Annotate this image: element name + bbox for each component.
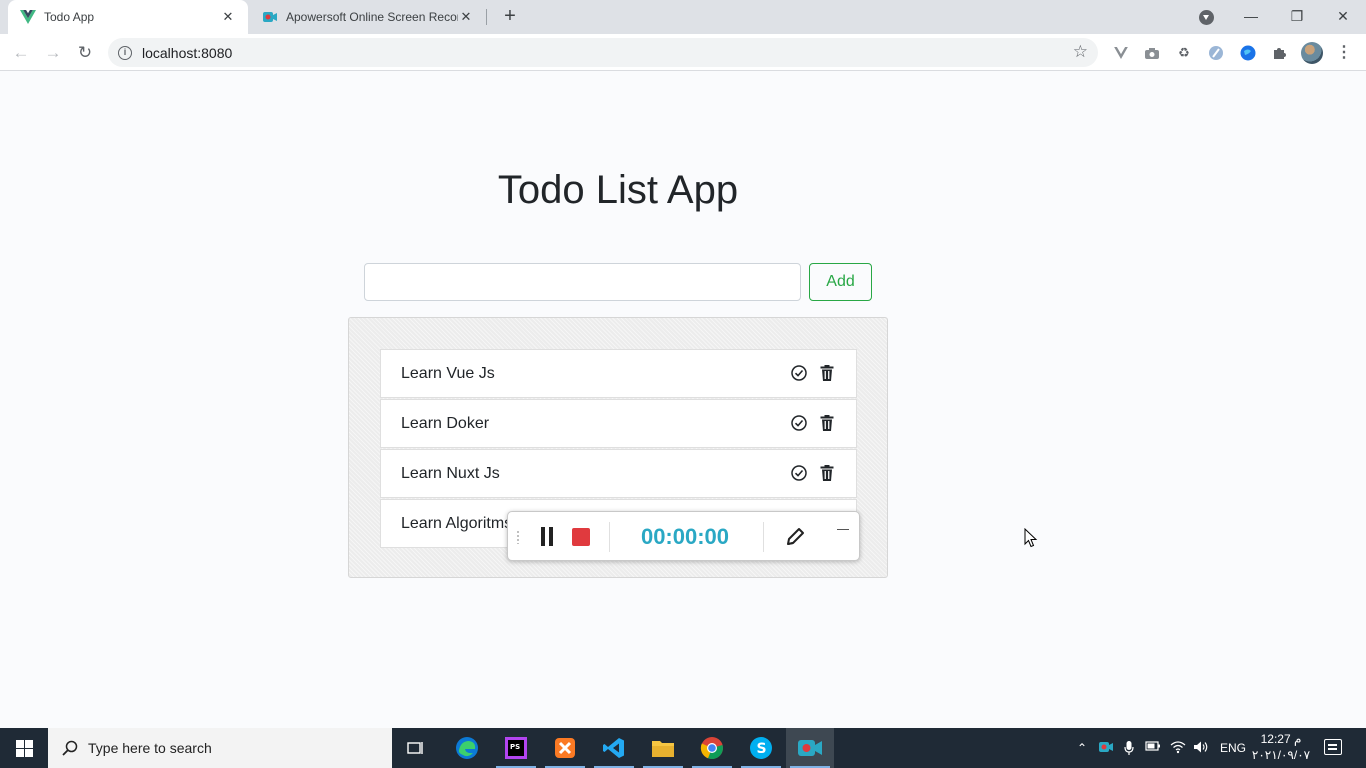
avatar[interactable] [1301,42,1323,64]
globe-icon[interactable] [1239,44,1257,62]
recorder-favicon-icon [262,9,278,25]
stop-icon[interactable] [572,528,590,546]
recorder-tray-icon[interactable] [1098,740,1114,756]
tab-title: Todo App [44,10,95,24]
start-button[interactable] [0,728,48,768]
bookmark-star-icon[interactable]: ☆ [1073,42,1088,62]
divider [763,522,764,552]
puzzle-icon[interactable] [1271,44,1289,62]
chrome-icon[interactable] [688,728,736,768]
new-tab-button[interactable]: + [498,5,522,29]
clock-time: 12:27 م [1260,732,1302,746]
file-explorer-icon[interactable] [639,728,687,768]
list-item: Learn Nuxt Js [380,449,857,498]
chevron-up-icon[interactable]: ⌃ [1074,740,1090,756]
clock-date: ٢٠٢١/٠٩/٠٧ [1251,748,1311,762]
list-item: Learn Vue Js [380,349,857,398]
list-item: Learn Doker [380,399,857,448]
screen-recorder-toolbar: 00:00:00 [507,511,860,561]
todo-input[interactable] [364,263,801,301]
recycle-icon[interactable]: ♻ [1175,44,1193,62]
forward-arrow-icon[interactable]: → [40,40,66,66]
notification-icon[interactable] [1324,739,1342,755]
windows-logo-icon [15,739,33,757]
add-button[interactable]: Add [809,263,872,301]
info-icon[interactable]: i [118,45,132,60]
browser-toolbar: ← → ↻ i localhost:8080 ☆ ♻ ⋮ [0,34,1366,71]
reload-icon[interactable]: ↻ [72,40,98,66]
edge-ext-icon[interactable] [1207,44,1225,62]
tab-title: Apowersoft Online Screen Recorder [286,10,458,24]
check-circle-icon[interactable] [790,414,808,432]
vue-devtools-icon[interactable] [1112,44,1130,62]
trash-icon[interactable] [818,364,836,382]
recording-timer: 00:00:00 [640,524,730,549]
battery-icon[interactable] [1145,740,1161,756]
address-text: localhost:8080 [142,44,233,61]
mouse-cursor-icon [1024,528,1038,548]
svg-text:PS: PS [510,743,520,751]
recorder-app-icon[interactable] [786,728,834,768]
close-icon[interactable]: ✕ [220,9,236,25]
address-bar[interactable]: i localhost:8080 ☆ [108,38,1098,67]
check-circle-icon[interactable] [790,364,808,382]
skype-icon[interactable]: S [737,728,785,768]
close-window-button[interactable]: ✕ [1320,0,1366,34]
wifi-icon[interactable] [1170,740,1186,756]
phpstorm-icon[interactable]: PS [492,728,540,768]
todo-text: Learn Doker [401,414,490,432]
search-placeholder: Type here to search [88,740,212,756]
check-circle-icon[interactable] [790,464,808,482]
edge-icon[interactable] [443,728,491,768]
restore-button[interactable]: ❐ [1274,0,1320,34]
trash-icon[interactable] [818,464,836,482]
drag-handle[interactable] [516,530,520,544]
windows-taskbar: Type here to search PS S ⌃ ENG 12:27 م ٢… [0,728,1366,768]
page-title: Todo List App [497,168,739,212]
browser-tab-strip: Todo App ✕ Apowersoft Online Screen Reco… [0,0,1366,34]
todo-text: Learn Nuxt Js [401,464,500,482]
task-view-icon[interactable] [392,728,440,768]
tab-apowersoft[interactable]: Apowersoft Online Screen Recorder ✕ [250,0,486,34]
svg-text:S: S [757,741,767,757]
system-clock[interactable]: 12:27 م ٢٠٢١/٠٩/٠٧ [1250,731,1312,763]
tab-todo-app[interactable]: Todo App ✕ [8,0,248,34]
pen-icon[interactable] [784,526,806,548]
menu-icon[interactable]: ⋮ [1334,42,1354,64]
todo-text: Learn Vue Js [401,364,495,382]
close-icon[interactable]: ✕ [458,9,474,25]
minimize-icon[interactable] [837,518,849,530]
vscode-icon[interactable] [590,728,638,768]
microphone-icon[interactable] [1121,740,1137,756]
camera-icon[interactable] [1143,44,1161,62]
volume-icon[interactable] [1193,740,1209,756]
tab-divider [486,9,487,25]
minimize-button[interactable]: — [1228,0,1274,34]
trash-icon[interactable] [818,414,836,432]
vue-logo-icon [20,9,36,25]
input-language[interactable]: ENG [1220,728,1246,768]
xampp-icon[interactable] [541,728,589,768]
tab-search-icon[interactable] [1199,10,1214,25]
pause-icon[interactable] [540,527,554,546]
back-arrow-icon[interactable]: ← [8,40,34,66]
search-icon [62,740,78,756]
divider [609,522,610,552]
page-content: Todo List App Add Learn Vue Js Learn Dok… [0,72,1366,728]
taskbar-search[interactable]: Type here to search [48,728,392,768]
